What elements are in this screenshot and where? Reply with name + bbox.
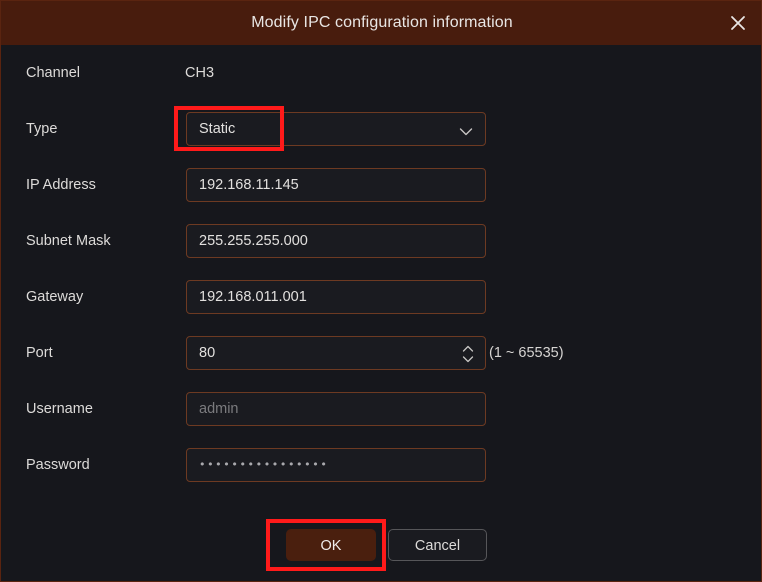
username-input[interactable]: admin xyxy=(186,392,486,426)
subnet-mask-label: Subnet Mask xyxy=(26,233,111,249)
subnet-mask-input[interactable]: 255.255.255.000 xyxy=(186,224,486,258)
dialog-titlebar: Modify IPC configuration information xyxy=(1,1,761,45)
modify-ipc-configuration-dialog: Modify IPC configuration information Cha… xyxy=(0,0,762,582)
password-masked-value: •••••••••••••••• xyxy=(199,458,329,471)
cancel-button[interactable]: Cancel xyxy=(388,529,487,561)
username-placeholder: admin xyxy=(199,401,239,417)
ip-address-label: IP Address xyxy=(26,177,96,193)
password-input[interactable]: •••••••••••••••• xyxy=(186,448,486,482)
type-select[interactable]: Static xyxy=(186,112,486,146)
channel-value: CH3 xyxy=(185,65,215,81)
chevron-down-icon xyxy=(459,124,473,136)
ipc-config-form: Channel CH3 Type Static IP Address 192.1… xyxy=(1,45,761,581)
password-label: Password xyxy=(26,457,90,473)
type-select-value: Static xyxy=(199,121,236,137)
form-row-username: Username admin xyxy=(1,392,761,426)
form-row-port: Port 80 (1 ~ 65535) xyxy=(1,336,761,370)
dialog-title: Modify IPC configuration information xyxy=(251,14,513,31)
gateway-value: 192.168.011.001 xyxy=(199,289,307,305)
port-value: 80 xyxy=(199,345,216,361)
form-row-ip-address: IP Address 192.168.11.145 xyxy=(1,168,761,202)
gateway-label: Gateway xyxy=(26,289,84,305)
close-icon[interactable] xyxy=(723,8,753,38)
port-range-hint: (1 ~ 65535) xyxy=(489,345,564,361)
type-label: Type xyxy=(26,121,58,137)
form-row-channel: Channel CH3 xyxy=(1,56,761,90)
form-row-type: Type Static xyxy=(1,112,761,146)
form-row-password: Password •••••••••••••••• xyxy=(1,448,761,482)
subnet-mask-value: 255.255.255.000 xyxy=(199,233,308,249)
number-stepper-icon[interactable] xyxy=(461,343,475,365)
ok-button[interactable]: OK xyxy=(286,529,376,561)
ip-address-value: 192.168.11.145 xyxy=(199,177,299,193)
ip-address-input[interactable]: 192.168.11.145 xyxy=(186,168,486,202)
port-label: Port xyxy=(26,345,53,361)
port-input[interactable]: 80 xyxy=(186,336,486,370)
form-row-gateway: Gateway 192.168.011.001 xyxy=(1,280,761,314)
channel-label: Channel xyxy=(26,65,81,81)
gateway-input[interactable]: 192.168.011.001 xyxy=(186,280,486,314)
form-row-subnet-mask: Subnet Mask 255.255.255.000 xyxy=(1,224,761,258)
username-label: Username xyxy=(26,401,93,417)
